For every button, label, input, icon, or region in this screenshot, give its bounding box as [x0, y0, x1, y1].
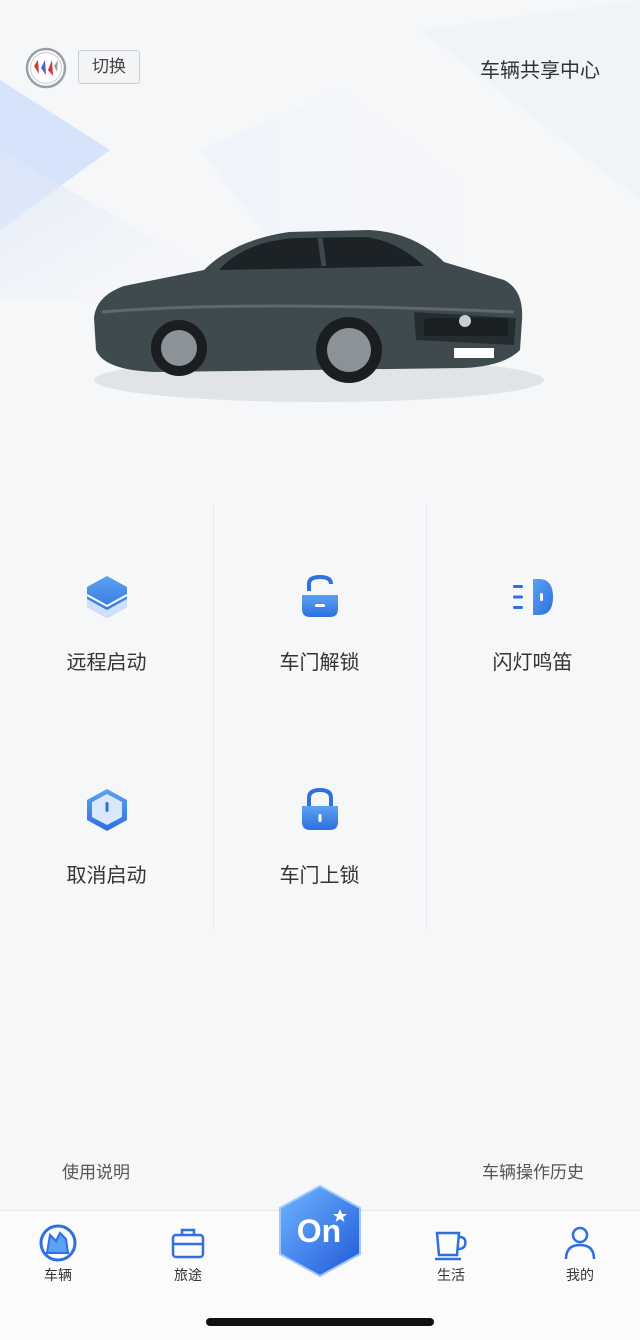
header: 切换 车辆共享中心: [0, 40, 640, 96]
tab-mine[interactable]: 我的: [540, 1223, 620, 1285]
briefcase-icon: [171, 1228, 205, 1259]
cancel-start-icon: [86, 789, 127, 831]
car-image: [94, 230, 544, 402]
buick-logo: [25, 47, 67, 89]
switch-button[interactable]: 切换: [78, 50, 140, 84]
remote-start-button[interactable]: 远程启动: [0, 505, 213, 717]
door-lock-icon: [301, 787, 338, 830]
door-lock-button[interactable]: 车门上锁: [213, 718, 426, 930]
home-indicator: [206, 1318, 434, 1326]
tab-journey-label: 旅途: [174, 1268, 202, 1284]
tab-vehicle[interactable]: 车辆: [18, 1223, 98, 1285]
tab-life[interactable]: 生活: [411, 1223, 491, 1285]
tab-journey[interactable]: 旅途: [148, 1223, 228, 1285]
remote-start-label: 远程启动: [66, 650, 147, 674]
flash-horn-button[interactable]: 闪灯鸣笛: [426, 505, 639, 717]
tab-mine-label: 我的: [566, 1268, 594, 1284]
door-unlock-label: 车门解锁: [279, 650, 360, 674]
cup-icon: [435, 1231, 467, 1261]
tab-vehicle-label: 车辆: [44, 1268, 72, 1284]
cancel-start-button[interactable]: 取消启动: [0, 718, 213, 930]
door-unlock-button[interactable]: 车门解锁: [213, 505, 426, 717]
flash-horn-icon: [512, 579, 553, 615]
door-lock-label: 车门上锁: [279, 863, 360, 887]
cancel-start-label: 取消启动: [66, 863, 147, 887]
door-unlock-icon: [301, 574, 338, 617]
vehicle-controls: 远程启动 车门解锁 闪灯鸣笛 取消启动 车门上锁: [0, 505, 640, 930]
operation-history-link[interactable]: 车辆操作历史: [482, 1158, 584, 1183]
tab-life-label: 生活: [437, 1268, 465, 1284]
instructions-link[interactable]: 使用说明: [62, 1158, 130, 1183]
vehicle-sharing-center-link[interactable]: 车辆共享中心: [480, 54, 600, 83]
flash-horn-label: 闪灯鸣笛: [492, 650, 573, 674]
person-icon: [564, 1226, 596, 1260]
vehicle-icon: [39, 1224, 77, 1262]
onstar-label: On: [297, 1213, 341, 1249]
remote-start-icon: [86, 576, 127, 618]
onstar-hexagon-icon[interactable]: On: [276, 1183, 364, 1279]
